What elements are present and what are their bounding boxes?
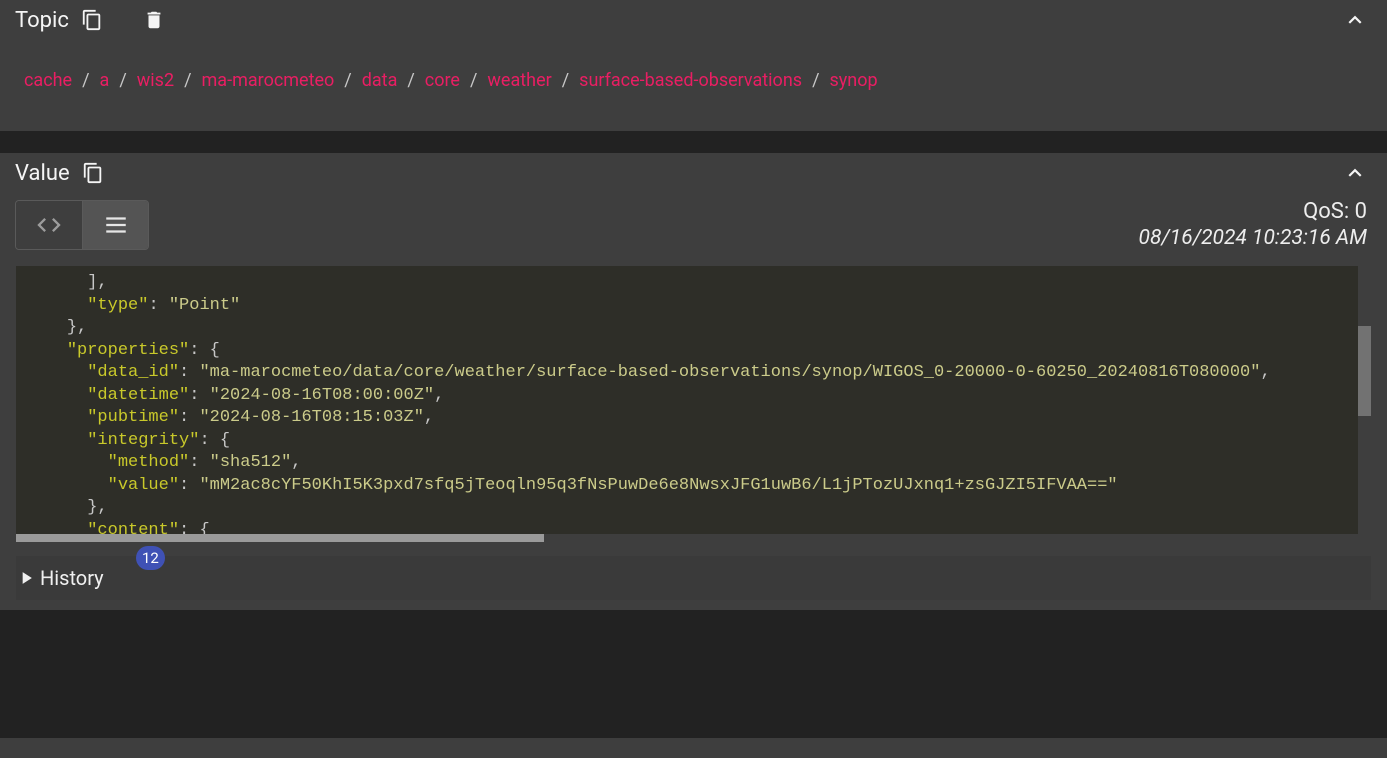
- breadcrumb-separator: /: [812, 70, 819, 91]
- code-container: ], "type": "Point" }, "properties": { "d…: [16, 266, 1371, 542]
- breadcrumb-segment[interactable]: surface-based-observations: [579, 70, 802, 91]
- copy-value-button[interactable]: [76, 156, 110, 190]
- play-icon: [16, 568, 36, 588]
- value-header: Value: [0, 153, 1387, 193]
- breadcrumb-segment[interactable]: a: [100, 70, 110, 91]
- topic-breadcrumb: cache / a / wis2 / ma-marocmeteo / data / core / wea…: [0, 40, 1387, 131]
- json-code-block[interactable]: ], "type": "Point" }, "properties": { "d…: [16, 266, 1371, 534]
- breadcrumb-separator: /: [562, 70, 569, 91]
- breadcrumb-segment[interactable]: weather: [487, 70, 551, 91]
- copy-icon: [81, 9, 103, 31]
- breadcrumb-separator: /: [407, 70, 414, 91]
- trash-icon: [143, 9, 165, 31]
- breadcrumb-separator: /: [470, 70, 477, 91]
- breadcrumb-separator: /: [344, 70, 351, 91]
- breadcrumb-segment[interactable]: data: [362, 70, 398, 91]
- copy-topic-button[interactable]: [75, 3, 109, 37]
- copy-icon: [82, 162, 104, 184]
- value-toolbar: QoS: 0 08/16/2024 10:23:16 AM: [0, 193, 1387, 256]
- breadcrumb-separator: /: [82, 70, 89, 91]
- history-label: History: [40, 566, 104, 590]
- value-meta: QoS: 0 08/16/2024 10:23:16 AM: [1139, 199, 1367, 250]
- horizontal-scrollbar-thumb[interactable]: [16, 534, 544, 542]
- horizontal-scrollbar-track[interactable]: [16, 534, 1371, 542]
- code-icon: [35, 211, 63, 239]
- history-toggle[interactable]: History 12: [16, 556, 1371, 600]
- bottom-panel-strip: [0, 738, 1387, 758]
- list-icon: [103, 212, 129, 238]
- vertical-scrollbar-track[interactable]: [1358, 266, 1371, 534]
- formatted-view-button[interactable]: [82, 201, 148, 249]
- view-mode-toggle: [15, 200, 149, 250]
- breadcrumb-separator: /: [119, 70, 126, 91]
- breadcrumb-segment[interactable]: wis2: [137, 70, 174, 91]
- breadcrumb-segment[interactable]: synop: [830, 70, 878, 91]
- breadcrumb-segment[interactable]: ma-marocmeteo: [202, 70, 335, 91]
- topic-panel: Topic cache / a / wis2 / ma-marocmeteo / data / co…: [0, 0, 1387, 131]
- breadcrumb-separator: /: [184, 70, 191, 91]
- history-count-badge: 12: [136, 546, 165, 570]
- delete-topic-button[interactable]: [137, 3, 171, 37]
- breadcrumb-segment[interactable]: cache: [24, 70, 72, 91]
- vertical-scrollbar-thumb[interactable]: [1358, 326, 1371, 416]
- collapse-topic-button[interactable]: [1338, 3, 1372, 37]
- timestamp-label: 08/16/2024 10:23:16 AM: [1139, 226, 1367, 250]
- chevron-up-icon: [1342, 7, 1368, 33]
- value-title: Value: [15, 161, 70, 186]
- topic-title: Topic: [15, 8, 69, 33]
- breadcrumb-segment[interactable]: core: [425, 70, 460, 91]
- collapse-value-button[interactable]: [1338, 156, 1372, 190]
- qos-label: QoS: 0: [1139, 199, 1367, 224]
- value-panel: Value QoS: 0 08/16/2024 10:23:16 AM ], "…: [0, 153, 1387, 610]
- raw-view-button[interactable]: [16, 201, 82, 249]
- topic-header: Topic: [0, 0, 1387, 40]
- chevron-up-icon: [1342, 160, 1368, 186]
